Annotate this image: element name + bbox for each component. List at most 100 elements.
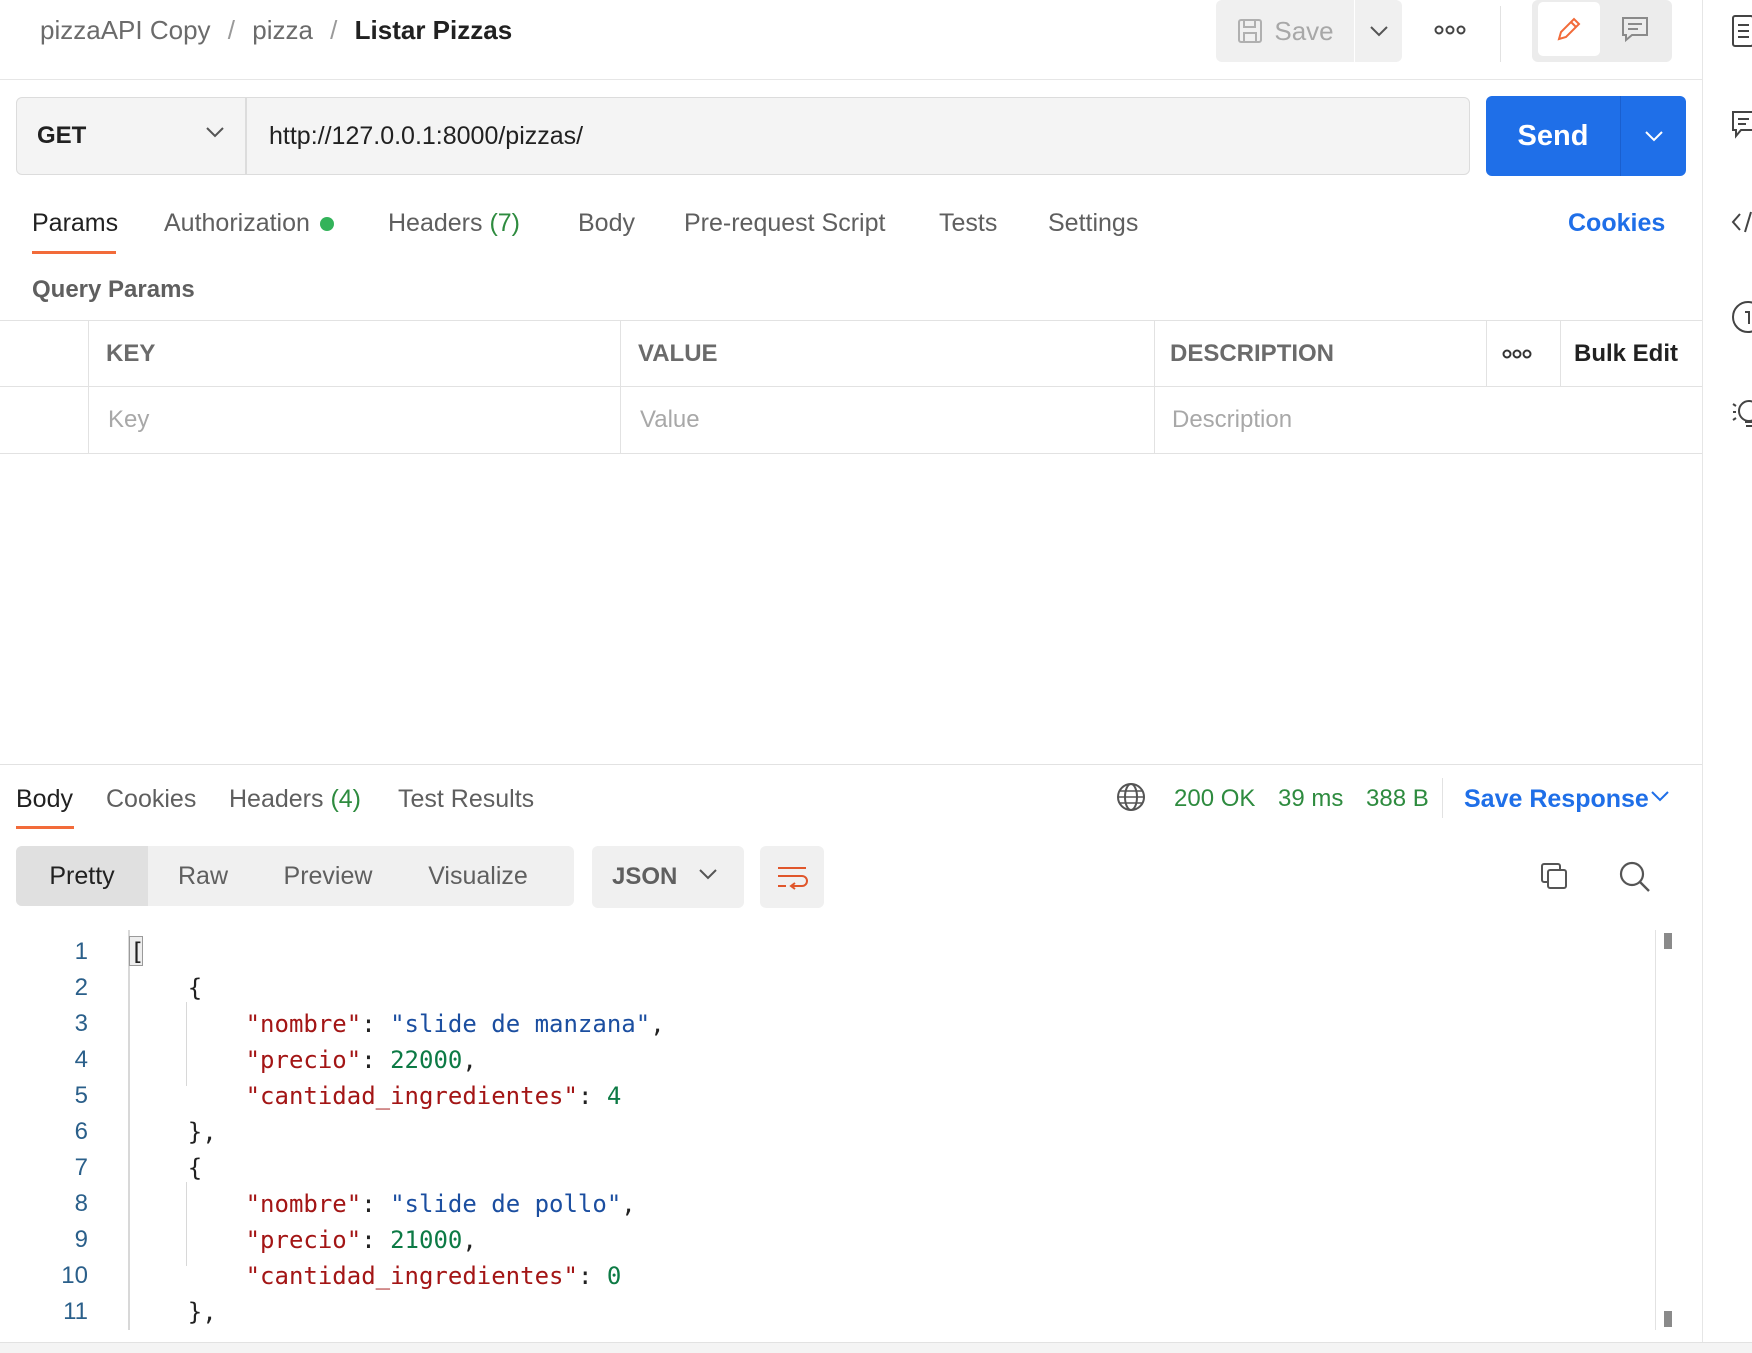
breadcrumb-separator: /: [330, 15, 338, 45]
save-options-button[interactable]: [1354, 0, 1403, 62]
comment-icon: [1622, 17, 1648, 43]
tab-authorization[interactable]: Authorization: [164, 206, 334, 240]
active-tab-indicator: [32, 251, 116, 254]
column-header-description: DESCRIPTION: [1170, 340, 1335, 367]
url-input[interactable]: http://127.0.0.1:8000/pizzas/: [246, 97, 1470, 175]
view-preview-button[interactable]: Preview: [258, 846, 398, 906]
auth-status-dot: [319, 217, 334, 232]
column-divider: [1560, 321, 1561, 386]
line-number: 2: [74, 974, 88, 1001]
json-string-value: "slide de pollo": [390, 1190, 622, 1218]
breadcrumb-separator: /: [227, 15, 235, 45]
response-tab-headers[interactable]: Headers (4): [229, 782, 361, 816]
cookies-link[interactable]: Cookies: [1568, 206, 1665, 240]
bottom-status-strip: [0, 1342, 1752, 1353]
value-input[interactable]: Value: [640, 387, 700, 452]
more-actions-button[interactable]: [1420, 10, 1480, 50]
save-response-button[interactable]: Save Response: [1464, 782, 1649, 816]
json-key: "precio": [245, 1226, 362, 1254]
floppy-disk-icon: [1238, 19, 1263, 43]
key-input[interactable]: Key: [108, 387, 149, 452]
json-key: "precio": [245, 1046, 362, 1074]
method-select[interactable]: GET: [16, 97, 246, 175]
table-row-divider: [0, 386, 1702, 387]
breadcrumb-request-name[interactable]: Listar Pizzas: [355, 15, 513, 45]
bulk-edit-button[interactable]: Bulk Edit: [1574, 321, 1678, 386]
column-options-button[interactable]: [1480, 339, 1554, 369]
column-header-value: VALUE: [638, 340, 718, 367]
breadcrumb-collection[interactable]: pizzaAPI Copy: [40, 15, 211, 45]
edit-mode-button[interactable]: [1538, 2, 1600, 56]
mode-toggle: [1532, 0, 1672, 62]
tab-body[interactable]: Body: [578, 206, 635, 240]
send-button[interactable]: Send: [1486, 96, 1620, 176]
view-visualize-button[interactable]: Visualize: [398, 846, 558, 906]
line-number: 5: [74, 1082, 88, 1109]
code-line: [: [130, 938, 145, 966]
documentation-icon[interactable]: [1731, 14, 1752, 48]
wrap-lines-button[interactable]: [760, 846, 824, 908]
status-divider: [1442, 778, 1443, 818]
code-icon[interactable]: [1731, 210, 1752, 234]
response-time[interactable]: 39 ms: [1278, 782, 1343, 816]
response-tab-headers-label: Headers: [229, 785, 324, 813]
method-label: GET: [37, 122, 87, 149]
chevron-down-icon: [1370, 26, 1388, 37]
breadcrumb-folder[interactable]: pizza: [252, 15, 313, 45]
response-tab-cookies[interactable]: Cookies: [106, 782, 196, 816]
comments-icon[interactable]: [1731, 110, 1752, 140]
json-key: "cantidad_ingredientes": [245, 1082, 578, 1110]
save-button-group: Save: [1216, 0, 1402, 62]
breadcrumb: pizzaAPI Copy / pizza / Listar Pizzas: [40, 14, 512, 46]
json-number-value: 0: [606, 1262, 622, 1290]
search-icon[interactable]: [1618, 860, 1652, 894]
response-divider[interactable]: [0, 764, 1702, 765]
response-tab-body[interactable]: Body: [16, 782, 73, 816]
scrollbar-thumb[interactable]: [1664, 933, 1672, 949]
line-number: 4: [74, 1046, 88, 1073]
column-header-key: KEY: [106, 340, 156, 367]
json-key: "cantidad_ingredientes": [245, 1262, 578, 1290]
line-number: 10: [61, 1262, 88, 1289]
code-line: },: [130, 1298, 217, 1326]
response-size[interactable]: 388 B: [1366, 782, 1429, 816]
json-key: "nombre": [245, 1010, 362, 1038]
active-tab-indicator: [16, 826, 74, 829]
comments-mode-button[interactable]: [1604, 2, 1666, 56]
tab-pre-request-script[interactable]: Pre-request Script: [684, 206, 885, 240]
code-line: "nombre": "slide de manzana",: [245, 1010, 665, 1038]
chevron-down-icon: [206, 127, 224, 138]
tab-params[interactable]: Params: [32, 206, 118, 240]
send-options-button[interactable]: [1620, 96, 1687, 176]
code-line: "nombre": "slide de pollo",: [245, 1190, 636, 1218]
more-horizontal-icon: [1502, 349, 1532, 359]
view-pretty-button[interactable]: Pretty: [16, 846, 148, 906]
format-select[interactable]: JSON: [592, 846, 744, 908]
format-label: JSON: [612, 863, 678, 890]
tab-headers[interactable]: Headers (7): [388, 206, 520, 240]
code-line: "cantidad_ingredientes": 0: [245, 1262, 622, 1290]
lightbulb-icon[interactable]: [1731, 396, 1752, 430]
chevron-down-icon[interactable]: [1650, 790, 1670, 802]
response-tab-test-results[interactable]: Test Results: [398, 782, 534, 816]
request-header: pizzaAPI Copy / pizza / Listar Pizzas Sa…: [0, 0, 1702, 80]
query-params-title: Query Params: [32, 276, 195, 303]
response-body-code[interactable]: 1 2 3 4 5 6 7 8 9 10 11 [ { "nombre": "s…: [0, 930, 1700, 1330]
info-icon[interactable]: [1731, 300, 1752, 334]
save-button[interactable]: Save: [1216, 0, 1354, 62]
scrollbar[interactable]: [1655, 930, 1670, 1330]
send-button-group: Send: [1486, 96, 1686, 176]
tab-tests[interactable]: Tests: [939, 206, 997, 240]
globe-icon[interactable]: [1116, 782, 1146, 812]
tab-settings[interactable]: Settings: [1048, 206, 1138, 240]
headers-count: (7): [489, 209, 521, 237]
description-input[interactable]: Description: [1172, 387, 1292, 452]
scrollbar-thumb[interactable]: [1664, 1311, 1672, 1327]
code-line: {: [130, 974, 203, 1002]
code-line: "cantidad_ingredientes": 4: [245, 1082, 622, 1110]
status-code[interactable]: 200 OK: [1174, 782, 1255, 816]
copy-icon[interactable]: [1538, 860, 1570, 892]
column-divider: [88, 321, 89, 453]
line-number: 9: [74, 1226, 88, 1253]
view-raw-button[interactable]: Raw: [148, 846, 258, 906]
